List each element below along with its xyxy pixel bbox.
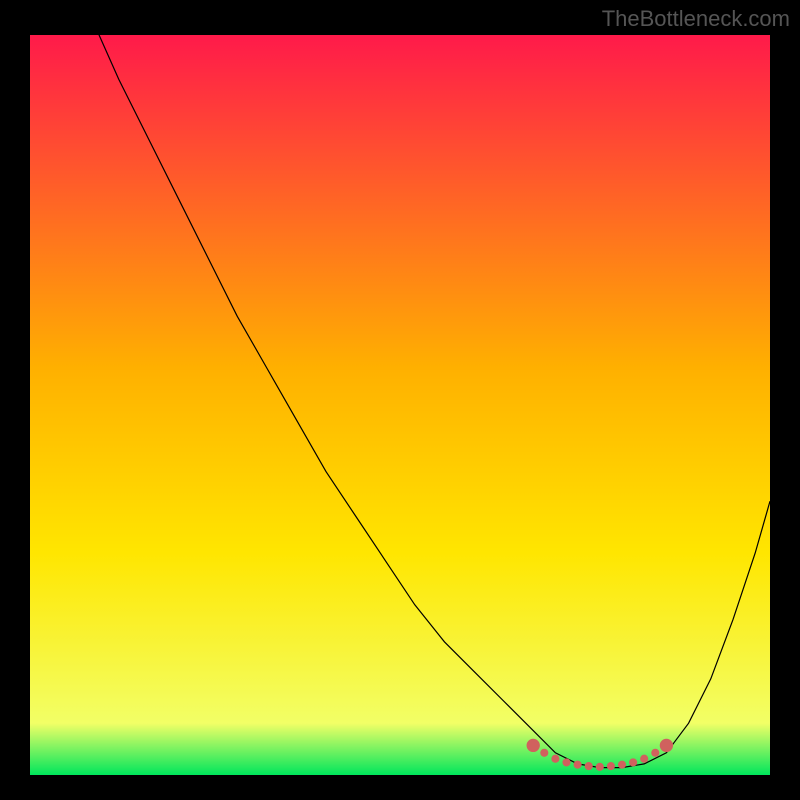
marker-dot (574, 761, 582, 769)
attribution-label: TheBottleneck.com (602, 6, 790, 32)
marker-dot (540, 749, 548, 757)
marker-dot (562, 758, 570, 766)
marker-dot (651, 749, 659, 757)
gradient-background (30, 35, 770, 775)
marker-dot (607, 762, 615, 770)
marker-dot (596, 763, 604, 771)
marker-dot (551, 755, 559, 763)
marker-dot (640, 755, 648, 763)
marker-dot (660, 739, 673, 752)
marker-dot (629, 758, 637, 766)
bottleneck-chart (30, 35, 770, 775)
marker-dot (585, 762, 593, 770)
marker-dot (618, 761, 626, 769)
marker-dot (527, 739, 540, 752)
chart-container (30, 35, 770, 775)
